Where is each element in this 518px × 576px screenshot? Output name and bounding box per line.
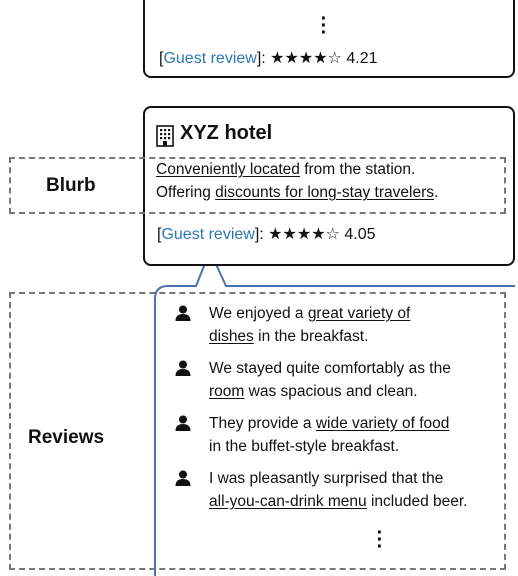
- star-rating: ★★★★☆: [270, 50, 342, 67]
- review-line-1: We stayed quite comfortably as the: [209, 357, 510, 380]
- review-highlight: dishes: [209, 328, 254, 345]
- review-text: We enjoyed a: [209, 305, 308, 322]
- guest-review-row: [Guest review]: ★★★★☆ 4.05: [157, 226, 376, 243]
- review-highlight: room: [209, 383, 245, 400]
- review-item: They provide a wide variety of food in th…: [175, 412, 510, 458]
- hotel-name: XYZ hotel: [180, 122, 273, 144]
- building-icon: [156, 125, 174, 152]
- review-line-2: room was spacious and clean.: [209, 380, 510, 403]
- star-rating: ★★★★☆: [268, 226, 340, 243]
- rating-value: 4.21: [346, 50, 378, 67]
- reviews-label: Reviews: [28, 427, 105, 448]
- user-icon: [175, 360, 191, 383]
- reviews-list: We enjoyed a great variety of dishes in t…: [175, 302, 510, 513]
- rating-value: 4.05: [344, 226, 376, 243]
- user-icon: [175, 415, 191, 438]
- review-line-2: in the buffet-style breakfast.: [209, 435, 510, 458]
- review-item: I was pleasantly surprised that the all-y…: [175, 467, 510, 513]
- review-line-1: I was pleasantly surprised that the: [209, 467, 510, 490]
- review-item: We enjoyed a great variety of dishes in t…: [175, 302, 510, 348]
- user-icon: [175, 305, 191, 328]
- guest-review-row: [Guest review]: ★★★★☆ 4.21: [159, 50, 378, 67]
- review-highlight: great variety of: [307, 305, 411, 322]
- review-highlight: all-you-can-drink menu: [209, 493, 367, 510]
- review-text: They provide a: [209, 415, 316, 432]
- guest-review-link[interactable]: Guest review: [163, 50, 256, 67]
- review-line-2: dishes in the breakfast.: [209, 325, 510, 348]
- review-text: I was pleasantly surprised that the: [209, 470, 444, 487]
- review-text: included beer.: [366, 493, 468, 510]
- more-reviews-indicator: · · ·: [376, 522, 384, 558]
- review-line-1: They provide a wide variety of food: [209, 412, 510, 435]
- review-highlight: wide variety of food: [315, 415, 450, 432]
- review-text: in the breakfast.: [253, 328, 369, 345]
- review-item: We stayed quite comfortably as the room w…: [175, 357, 510, 403]
- previous-hotel-card: · · · [Guest review]: ★★★★☆ 4.21: [143, 0, 515, 78]
- guest-review-link[interactable]: Guest review: [161, 226, 254, 243]
- review-line-1: We enjoyed a great variety of: [209, 302, 510, 325]
- review-text: was spacious and clean.: [244, 383, 418, 400]
- more-content-indicator: · · ·: [320, 8, 328, 44]
- review-text: We stayed quite comfortably as the: [209, 360, 451, 377]
- review-text: in the buffet-style breakfast.: [209, 438, 400, 455]
- blurb-label: Blurb: [46, 175, 96, 196]
- review-line-2: all-you-can-drink menu included beer.: [209, 490, 510, 513]
- user-icon: [175, 470, 191, 493]
